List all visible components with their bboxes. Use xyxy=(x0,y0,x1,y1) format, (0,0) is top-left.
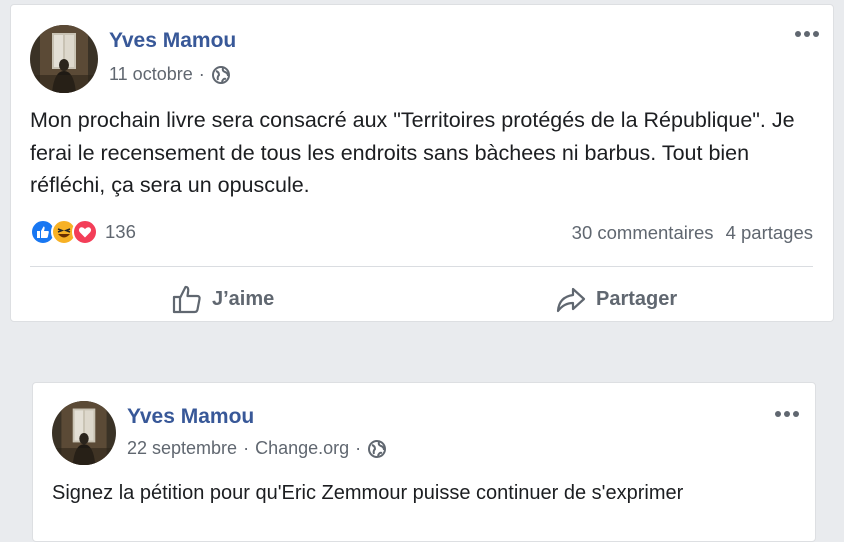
post-stats: 30 commentaires 4 partages xyxy=(572,222,813,244)
post-card: Yves Mamou 11 octobre · Mon prochain liv… xyxy=(10,4,834,322)
share-button[interactable]: Partager xyxy=(555,283,677,315)
post-text: Mon prochain livre sera consacré aux "Te… xyxy=(30,108,795,197)
post-meta: 11 octobre · xyxy=(109,64,231,85)
author-name[interactable]: Yves Mamou xyxy=(109,29,236,53)
post-date[interactable]: 22 septembre xyxy=(127,438,237,459)
comments-count[interactable]: 30 commentaires xyxy=(572,222,714,244)
more-options-icon[interactable] xyxy=(795,31,819,37)
share-arrow-icon xyxy=(556,287,586,313)
post-source-link[interactable]: Change.org xyxy=(255,438,349,459)
like-button[interactable]: J’aime xyxy=(171,283,274,315)
thumbs-up-icon xyxy=(172,285,201,314)
avatar[interactable] xyxy=(52,401,116,465)
meta-separator: · xyxy=(198,64,205,84)
post-date[interactable]: 11 octobre xyxy=(109,64,193,85)
like-label: J’aime xyxy=(212,287,275,310)
share-label: Partager xyxy=(596,287,678,310)
post-text: Signez la pétition pour qu'Eric Zemmour … xyxy=(52,482,684,504)
meta-separator: · xyxy=(355,438,362,458)
globe-icon[interactable] xyxy=(367,439,387,459)
divider xyxy=(30,266,813,267)
meta-separator: · xyxy=(243,438,250,458)
globe-icon[interactable] xyxy=(211,65,231,85)
reactions-summary[interactable]: 136 xyxy=(30,219,136,245)
more-options-icon[interactable] xyxy=(775,411,799,417)
author-name[interactable]: Yves Mamou xyxy=(127,405,254,429)
avatar[interactable] xyxy=(30,25,98,93)
post-meta: 22 septembre · Change.org · xyxy=(127,438,387,459)
reaction-count[interactable]: 136 xyxy=(105,221,136,243)
love-reaction-icon xyxy=(72,219,98,245)
post-card: Yves Mamou 22 septembre · Change.org · S… xyxy=(32,382,816,542)
shares-count[interactable]: 4 partages xyxy=(726,222,813,244)
